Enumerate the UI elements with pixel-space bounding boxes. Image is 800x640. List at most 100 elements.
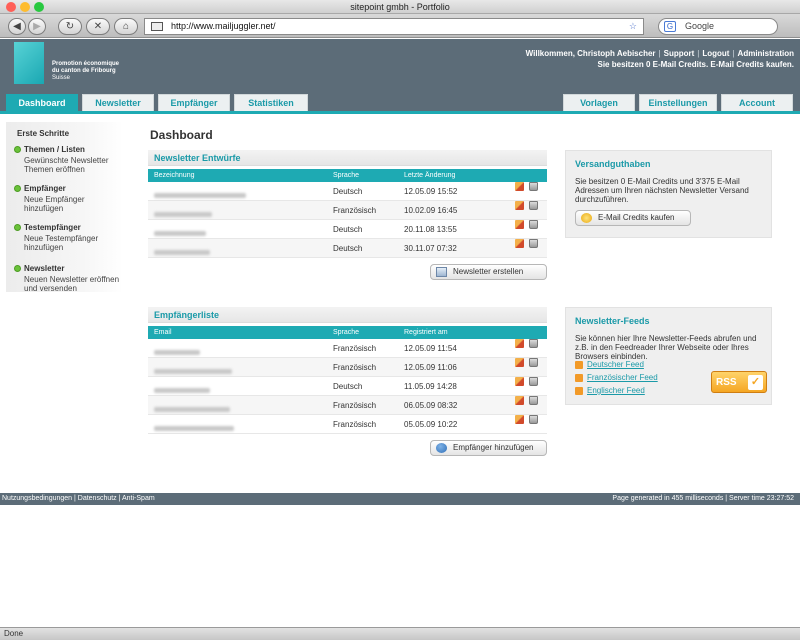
col-email[interactable]: Email	[154, 326, 172, 339]
zoom-window-icon[interactable]	[34, 2, 44, 12]
recipient-add-button[interactable]: Empfänger hinzufügen	[430, 440, 547, 456]
browser-toolbar: ◀ ▶ ↻ ✕ ⌂ http://www.mailjuggler.net/ ☆ …	[0, 14, 800, 38]
col-registriert-am[interactable]: Registriert am	[404, 326, 448, 339]
buy-credits-button[interactable]: E-Mail Credits kaufen	[575, 210, 691, 226]
trash-icon[interactable]	[529, 358, 538, 367]
table-row[interactable]: Deutsch 20.11.08 13:55	[148, 220, 547, 239]
trash-icon[interactable]	[529, 239, 538, 248]
table-row[interactable]: Französisch 12.05.09 11:06	[148, 358, 547, 377]
close-window-icon[interactable]	[6, 2, 16, 12]
table-row[interactable]: Französisch 06.05.09 08:32	[148, 396, 547, 415]
stop-button[interactable]: ✕	[86, 18, 110, 35]
drafts-panel: Newsletter Entwürfe Bezeichnung Sprache …	[148, 150, 547, 258]
row-language: Französisch	[333, 206, 377, 215]
edit-icon[interactable]	[515, 239, 524, 248]
table-row[interactable]: Deutsch 30.11.07 07:32	[148, 239, 547, 258]
buy-credits-label: E-Mail Credits kaufen	[598, 213, 675, 222]
administration-link[interactable]: Administration	[738, 49, 794, 58]
trash-icon[interactable]	[529, 201, 538, 210]
tab-dashboard[interactable]: Dashboard	[6, 94, 78, 111]
drafts-table-header: Bezeichnung Sprache Letzte Änderung	[148, 169, 547, 182]
back-button[interactable]: ◀	[8, 18, 26, 35]
feeds-text: Sie können hier Ihre Newsletter-Feeds ab…	[575, 334, 757, 361]
step-title[interactable]: Themen / Listen	[24, 145, 85, 154]
feed-link-englisch[interactable]: Englischer Feed	[575, 386, 645, 395]
edit-icon[interactable]	[515, 182, 524, 191]
logo-icon[interactable]	[14, 42, 44, 84]
feed-link-deutsch[interactable]: Deutscher Feed	[575, 360, 644, 369]
table-row[interactable]: Französisch 12.05.09 11:54	[148, 339, 547, 358]
edit-icon[interactable]	[515, 415, 524, 424]
step-title[interactable]: Testempfänger	[24, 223, 81, 232]
logo-line-3: Suisse	[52, 75, 71, 81]
newsletter-create-label: Newsletter erstellen	[453, 267, 524, 276]
credit-text: Sie besitzen 0 E-Mail Credits und 3'375 …	[575, 177, 749, 204]
stop-icon: ✕	[93, 21, 103, 32]
edit-icon[interactable]	[515, 220, 524, 229]
recipients-title: Empfängerliste	[148, 307, 547, 323]
footer-server-info: Page generated in 455 milliseconds | Ser…	[612, 495, 794, 502]
trash-icon[interactable]	[529, 377, 538, 386]
row-language: Deutsch	[333, 382, 363, 391]
reload-button[interactable]: ↻	[58, 18, 82, 35]
trash-icon[interactable]	[529, 220, 538, 229]
coins-icon	[581, 213, 592, 223]
row-language: Deutsch	[333, 225, 363, 234]
table-row[interactable]: Deutsch 12.05.09 15:52	[148, 182, 547, 201]
tab-statistiken[interactable]: Statistiken	[234, 94, 308, 111]
step-title[interactable]: Empfänger	[24, 184, 66, 193]
credit-title: Versandguthaben	[575, 159, 651, 169]
tab-vorlagen[interactable]: Vorlagen	[563, 94, 635, 111]
col-sprache[interactable]: Sprache	[333, 326, 359, 339]
footer-links[interactable]: Nutzungsbedingungen | Datenschutz | Anti…	[2, 493, 155, 505]
trash-icon[interactable]	[529, 396, 538, 405]
bookmark-star-icon[interactable]: ☆	[629, 19, 637, 34]
minimize-window-icon[interactable]	[20, 2, 30, 12]
draft-name-redacted	[154, 182, 246, 201]
email-redacted	[154, 415, 234, 434]
row-language: Französisch	[333, 420, 377, 429]
trash-icon[interactable]	[529, 182, 538, 191]
edit-icon[interactable]	[515, 377, 524, 386]
trash-icon[interactable]	[529, 339, 538, 348]
rss-badge-icon[interactable]: RSS ✓	[711, 371, 767, 393]
forward-button[interactable]: ▶	[28, 18, 46, 35]
trash-icon[interactable]	[529, 415, 538, 424]
sidebar-title: Erste Schritte	[17, 129, 70, 138]
col-letzte-aenderung[interactable]: Letzte Änderung	[404, 169, 455, 182]
tab-empfaenger[interactable]: Empfänger	[158, 94, 230, 111]
table-row[interactable]: Französisch 05.05.09 10:22	[148, 415, 547, 434]
search-bar[interactable]: G Google	[658, 18, 778, 35]
edit-icon[interactable]	[515, 339, 524, 348]
col-bezeichnung[interactable]: Bezeichnung	[154, 169, 194, 182]
step-title[interactable]: Newsletter	[24, 264, 64, 273]
search-placeholder: Google	[685, 21, 715, 31]
table-row[interactable]: Französisch 10.02.09 16:45	[148, 201, 547, 220]
step-desc: Neuen Newsletter eröffnen und versenden	[24, 275, 120, 293]
step-desc: Neue Empfänger hinzufügen	[24, 195, 85, 213]
draft-name-redacted	[154, 239, 210, 258]
tab-newsletter[interactable]: Newsletter	[82, 94, 154, 111]
address-bar[interactable]: http://www.mailjuggler.net/ ☆	[144, 18, 644, 35]
table-row[interactable]: Deutsch 11.05.09 14:28	[148, 377, 547, 396]
address-url: http://www.mailjuggler.net/	[171, 21, 276, 31]
home-button[interactable]: ⌂	[114, 18, 138, 35]
site-footer: Nutzungsbedingungen | Datenschutz | Anti…	[0, 493, 800, 505]
edit-icon[interactable]	[515, 358, 524, 367]
feed-link-franzoesisch[interactable]: Französischer Feed	[575, 373, 658, 382]
newsletter-create-button[interactable]: Newsletter erstellen	[430, 264, 547, 280]
row-date: 11.05.09 14:28	[404, 382, 457, 391]
credits-status[interactable]: Sie besitzen 0 E-Mail Credits. E-Mail Cr…	[526, 59, 795, 70]
row-language: Deutsch	[333, 244, 363, 253]
row-date: 12.05.09 15:52	[404, 187, 458, 196]
edit-icon[interactable]	[515, 396, 524, 405]
support-link[interactable]: Support	[664, 49, 695, 58]
edit-icon[interactable]	[515, 201, 524, 210]
welcome-link[interactable]: Willkommen, Christoph Aebischer	[526, 49, 656, 58]
tab-einstellungen[interactable]: Einstellungen	[639, 94, 717, 111]
email-redacted	[154, 339, 200, 358]
feeds-panel: Newsletter-Feeds Sie können hier Ihre Ne…	[565, 307, 772, 405]
col-sprache[interactable]: Sprache	[333, 169, 359, 182]
tab-account[interactable]: Account	[721, 94, 793, 111]
logout-link[interactable]: Logout	[702, 49, 729, 58]
